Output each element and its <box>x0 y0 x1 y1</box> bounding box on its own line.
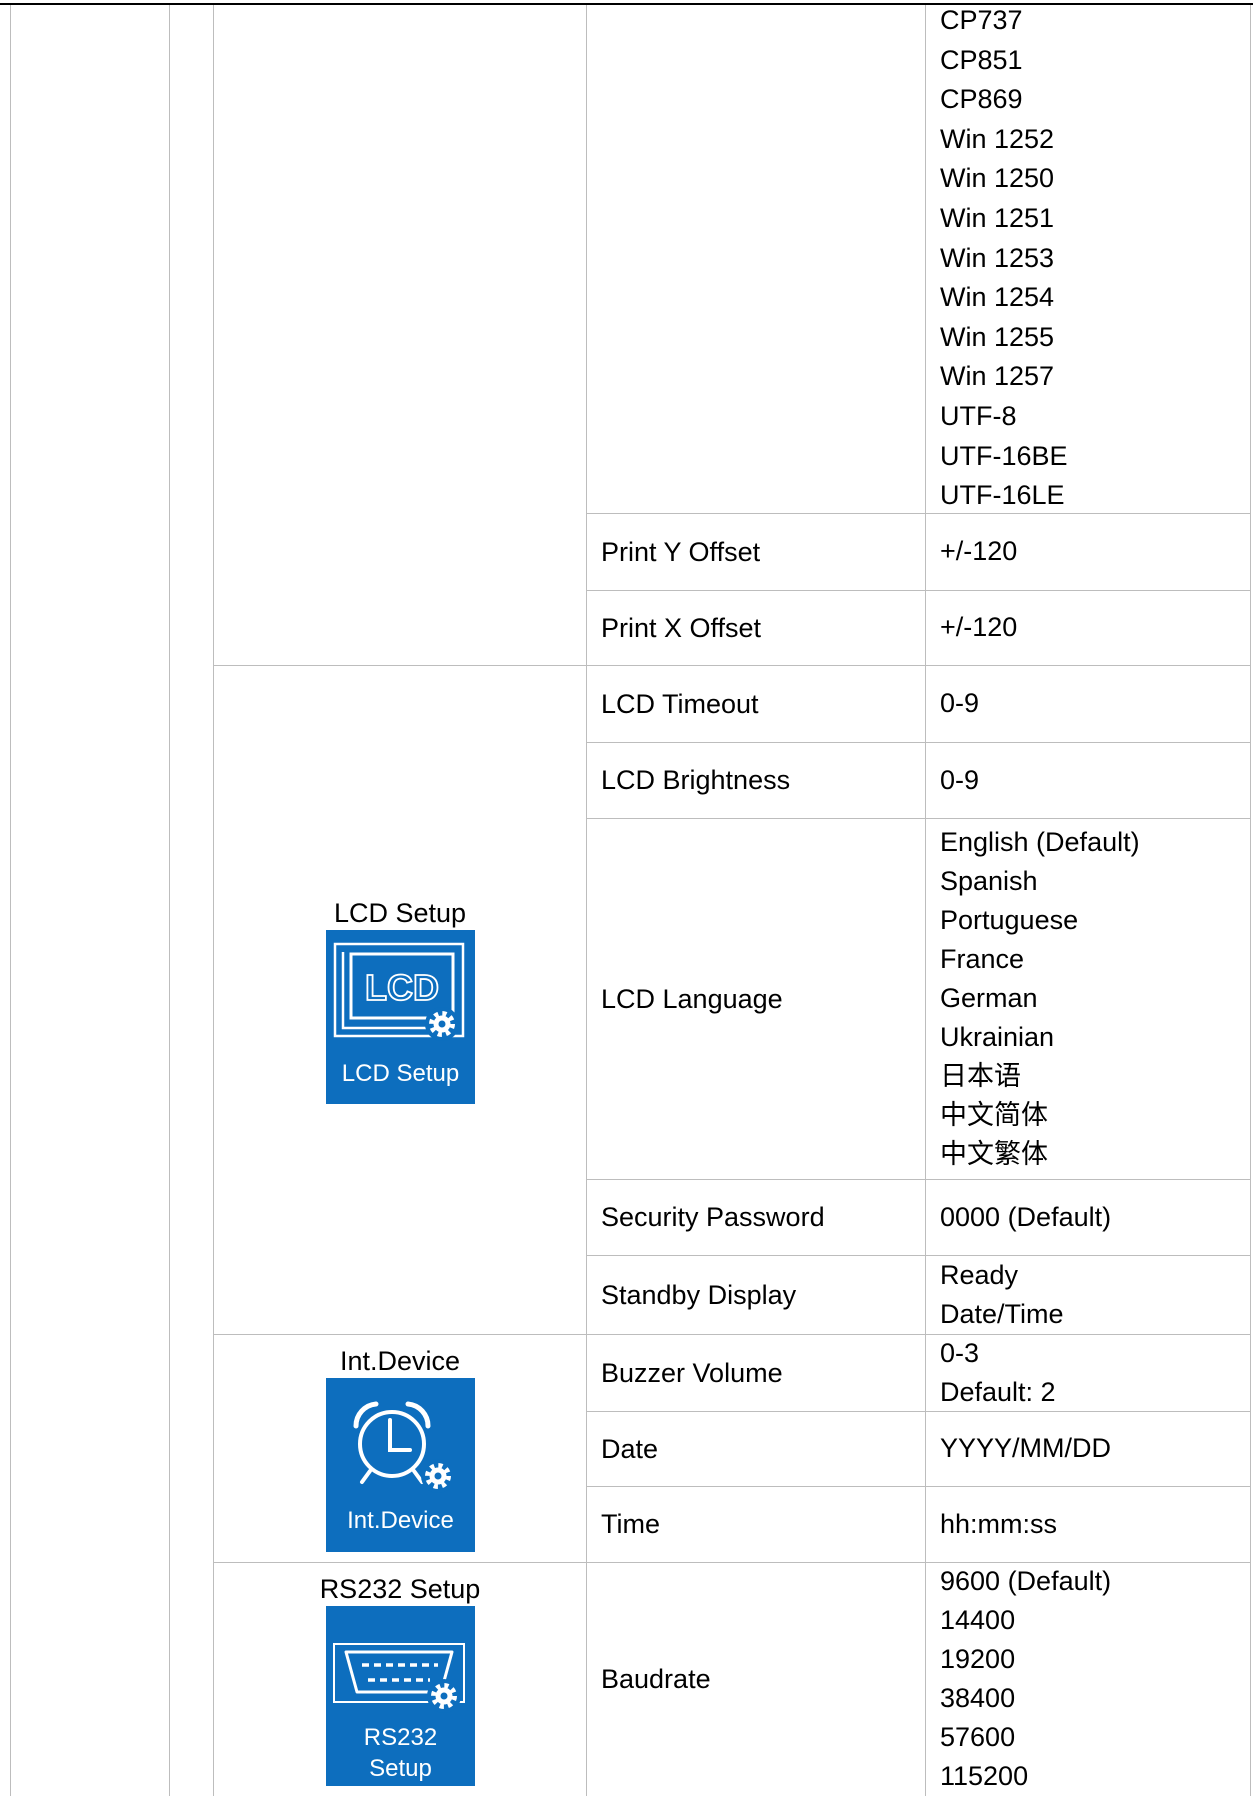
param-lcd-language: LCD Language <box>587 818 925 1179</box>
value-item: Win 1252 <box>940 123 1055 154</box>
value-item: 中文简体 <box>940 1100 1048 1130</box>
icon-caption: Setup <box>369 1755 432 1782</box>
gear-icon <box>426 1679 461 1713</box>
parameter-name: Time <box>601 1509 660 1539</box>
value-item: Win 1257 <box>940 361 1055 392</box>
value-standby-display: Ready Date/Time <box>926 1255 1250 1334</box>
icon-caption: Int.Device <box>347 1507 454 1534</box>
value-item: +/-120 <box>940 536 1018 566</box>
value-print-y-offset: +/-120 <box>926 513 1250 590</box>
lcd-setup-icon: LCD LCD Setup <box>325 929 475 1104</box>
value-item: 19200 <box>940 1644 1016 1674</box>
group-cell-lcd-setup: LCD Setup LCD LCD Setup <box>214 665 586 1334</box>
value-item: Win 1251 <box>940 202 1055 233</box>
value-item: UTF-16BE <box>940 440 1068 471</box>
param-baudrate: Baudrate <box>587 1562 925 1796</box>
param-security-password: Security Password <box>587 1179 925 1255</box>
icon-caption: LCD Setup <box>341 1060 458 1087</box>
parameter-name: Buzzer Volume <box>601 1357 783 1388</box>
value-item: Ready <box>940 1259 1019 1290</box>
value-item: 0000 (Default) <box>940 1201 1112 1232</box>
parameter-name: Baudrate <box>601 1664 711 1694</box>
value-item: 0-3 <box>940 1337 980 1368</box>
value-item: English (Default) <box>940 827 1140 857</box>
parameter-name: Print X Offset <box>601 612 762 643</box>
value-time: hh:mm:ss <box>926 1486 1250 1562</box>
value-item: YYYY/MM/DD <box>940 1433 1112 1463</box>
value-item: 57600 <box>940 1722 1016 1752</box>
table-border-vertical <box>1250 5 1251 1796</box>
value-item: UTF-8 <box>940 400 1017 431</box>
param-lcd-brightness: LCD Brightness <box>587 742 925 818</box>
value-item: Ukrainian <box>940 1022 1055 1052</box>
value-item: 中文繁体 <box>940 1139 1048 1169</box>
parameter-name: Standby Display <box>601 1279 797 1310</box>
value-item: hh:mm:ss <box>940 1508 1058 1539</box>
value-item: 0-9 <box>940 688 980 718</box>
value-item: Date/Time <box>940 1298 1064 1329</box>
parameter-name: LCD Language <box>601 983 783 1014</box>
parameter-name: LCD Timeout <box>601 688 759 719</box>
value-item: UTF-16LE <box>940 480 1065 511</box>
value-item: 38400 <box>940 1683 1016 1713</box>
value-item: CP851 <box>940 44 1023 75</box>
parameter-name: Print Y Offset <box>601 536 761 567</box>
value-item: Spanish <box>940 866 1038 896</box>
value-item: Default: 2 <box>940 1376 1056 1407</box>
param-print-x-offset: Print X Offset <box>587 590 925 665</box>
value-item: 日本语 <box>940 1061 1021 1091</box>
value-lcd-language: English (Default) Spanish Portuguese Fra… <box>926 818 1250 1179</box>
table-border-vertical <box>169 5 170 1796</box>
param-lcd-timeout: LCD Timeout <box>587 665 925 742</box>
group-cell-rs232-setup: RS232 Setup RS232 Setup <box>214 1562 586 1796</box>
value-item: Win 1254 <box>940 282 1055 313</box>
value-item: Portuguese <box>940 905 1079 935</box>
value-item: Win 1253 <box>940 242 1055 273</box>
table-border-vertical <box>10 5 11 1796</box>
param-time: Time <box>587 1486 925 1562</box>
value-item: France <box>940 944 1025 974</box>
parameter-name: Date <box>601 1433 659 1464</box>
group-label: Int.Device <box>339 1346 461 1376</box>
value-baudrate: 9600 (Default) 14400 19200 38400 57600 1… <box>926 1562 1250 1796</box>
icon-caption: RS232 <box>363 1724 436 1751</box>
manual-page: CP737 CP851 CP869 Win 1252 Win 1250 Win … <box>0 0 1253 1796</box>
group-cell-int-device: Int.Device Int.Device <box>214 1334 586 1562</box>
group-label: LCD Setup <box>333 897 467 928</box>
gear-icon <box>424 1006 459 1041</box>
param-date: Date <box>587 1411 925 1486</box>
value-item: Win 1250 <box>940 163 1055 194</box>
value-list-code-pages: CP737 CP851 CP869 Win 1252 Win 1250 Win … <box>926 0 1250 513</box>
value-item: 14400 <box>940 1605 1016 1635</box>
parameter-name: Security Password <box>601 1202 825 1232</box>
alarm-clock-icon: Int.Device <box>325 1378 475 1552</box>
value-item: 9600 (Default) <box>940 1566 1112 1596</box>
value-security-password: 0000 (Default) <box>926 1179 1250 1255</box>
value-item: 0-9 <box>940 764 980 795</box>
group-label: RS232 Setup <box>319 1574 481 1604</box>
value-print-x-offset: +/-120 <box>926 590 1250 665</box>
parameter-name: LCD Brightness <box>601 765 791 795</box>
value-buzzer-volume: 0-3 Default: 2 <box>926 1334 1250 1411</box>
param-buzzer-volume: Buzzer Volume <box>587 1334 925 1411</box>
value-item: Win 1255 <box>940 321 1055 352</box>
param-standby-display: Standby Display <box>587 1255 925 1334</box>
value-item: +/-120 <box>940 612 1018 642</box>
value-item: CP869 <box>940 84 1023 115</box>
value-item: German <box>940 983 1038 1013</box>
value-lcd-brightness: 0-9 <box>926 742 1250 818</box>
gear-icon <box>420 1459 455 1493</box>
value-lcd-timeout: 0-9 <box>926 665 1250 742</box>
value-date: YYYY/MM/DD <box>926 1411 1250 1486</box>
lcd-screen-text: LCD <box>365 967 439 1008</box>
value-item: 115200 <box>940 1761 1029 1791</box>
param-print-y-offset: Print Y Offset <box>587 513 925 590</box>
value-item: CP737 <box>940 5 1023 35</box>
serial-port-icon: RS232 Setup <box>325 1606 475 1786</box>
